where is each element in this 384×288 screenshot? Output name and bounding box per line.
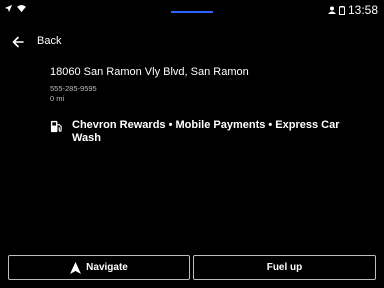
status-time: 13:58	[347, 3, 378, 17]
battery-icon	[338, 5, 345, 15]
tab-indicator	[171, 11, 213, 13]
fuel-up-button[interactable]: Fuel up	[193, 255, 376, 280]
navigation-arrow-icon	[4, 4, 13, 13]
back-button[interactable]: Back	[0, 30, 200, 54]
fuel-up-label: Fuel up	[266, 262, 303, 273]
place-address: 18060 San Ramon Vly Blvd, San Ramon	[50, 66, 249, 78]
place-phone: 555-285-9595	[50, 84, 97, 93]
navigate-label: Navigate	[86, 262, 128, 273]
status-left-icons	[4, 4, 26, 13]
fuel-pump-icon	[50, 120, 62, 133]
navigate-arrow-icon	[70, 261, 82, 274]
status-right: 13:58	[327, 3, 378, 17]
profile-icon	[327, 6, 336, 14]
wifi-icon	[17, 4, 26, 12]
back-label: Back	[37, 35, 62, 47]
place-amenities: Chevron Rewards • Mobile Payments • Expr…	[72, 119, 340, 144]
status-bar: 13:58	[0, 0, 384, 22]
navigate-button[interactable]: Navigate	[8, 255, 190, 280]
place-distance: 0 mi	[50, 94, 65, 103]
back-arrow-icon	[12, 36, 24, 48]
